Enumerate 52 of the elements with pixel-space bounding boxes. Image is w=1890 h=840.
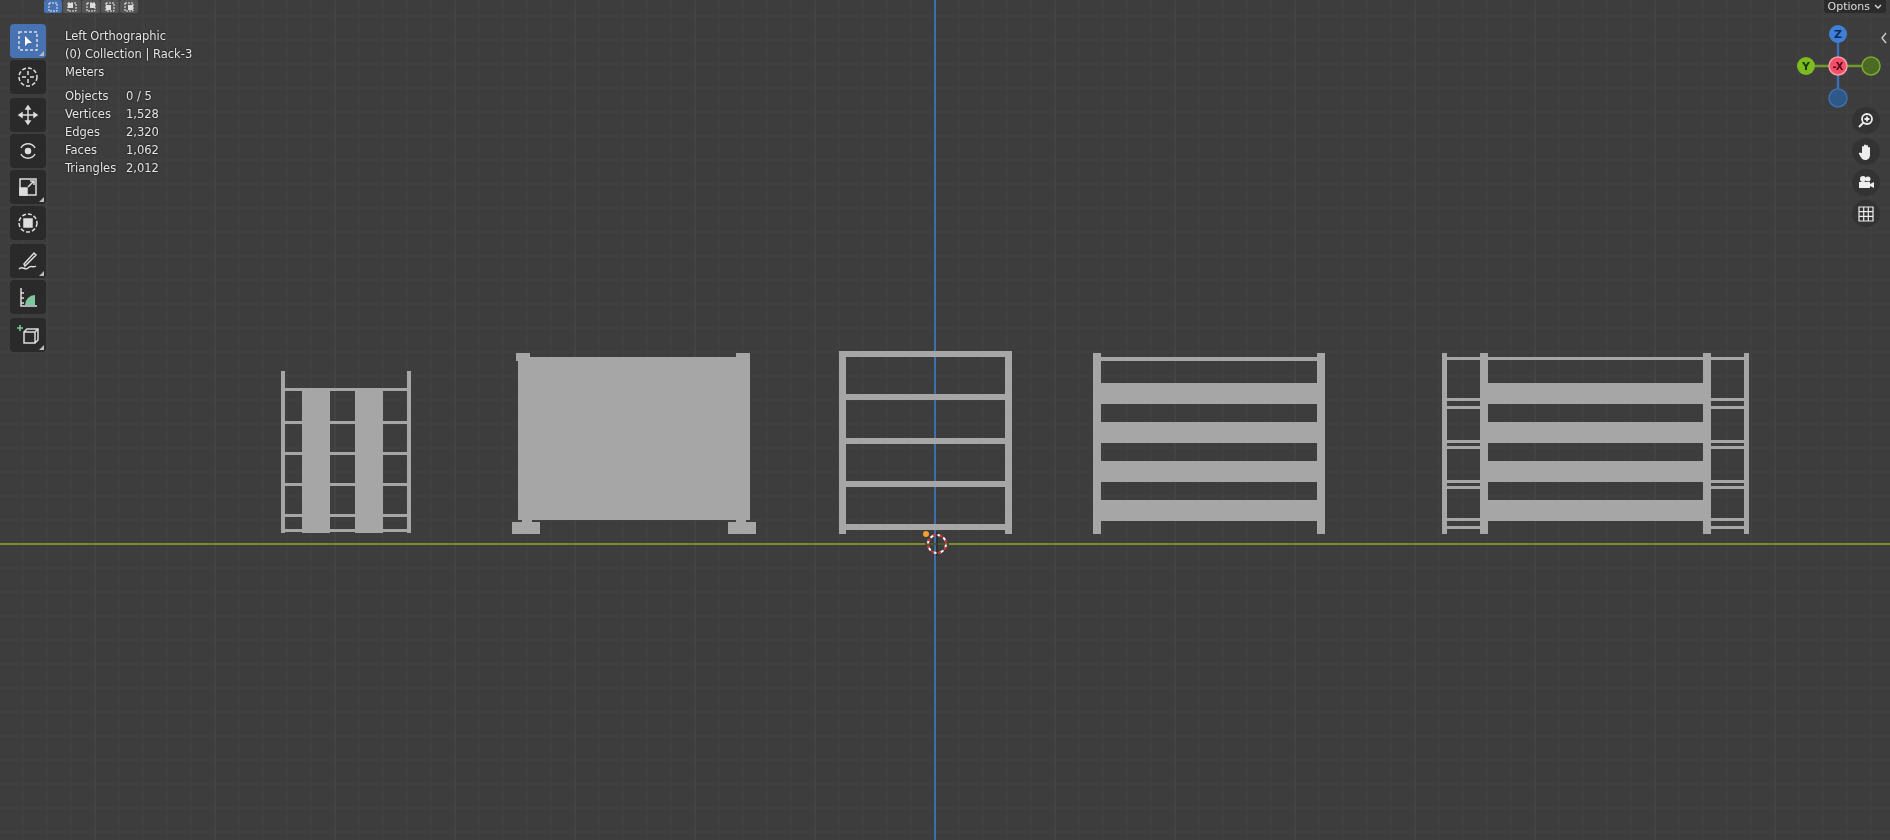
move-tool-button[interactable]: [10, 98, 46, 132]
zoom-button[interactable]: [1852, 107, 1880, 134]
units-label: Meters: [65, 64, 106, 81]
select-mode-button[interactable]: [101, 0, 119, 13]
stat-label: Faces: [65, 142, 98, 159]
pan-button[interactable]: [1852, 138, 1880, 165]
add-cube-tool-button[interactable]: [10, 318, 46, 352]
collection-label: (0) Collection | Rack-3: [65, 46, 193, 63]
select-tool-button[interactable]: [10, 24, 46, 58]
axis-gizmo[interactable]: Z Y -X: [1794, 22, 1884, 112]
stat-label: Edges: [65, 124, 101, 141]
options-button[interactable]: Options: [1823, 0, 1886, 13]
view-name: Left Orthographic: [65, 28, 168, 45]
select-mode-icon: [67, 1, 77, 12]
transform-icon: [16, 211, 40, 235]
transform-tool-button[interactable]: [10, 206, 46, 240]
stat-value: 2,320: [126, 124, 160, 141]
stat-label: Vertices: [65, 106, 112, 123]
move-icon: [16, 103, 40, 127]
3d-cursor-icon: [924, 531, 950, 557]
measure-tool-button[interactable]: [10, 280, 46, 314]
zoom-icon: [1857, 111, 1875, 130]
select-mode-button[interactable]: [82, 0, 100, 13]
stat-value: 2,012: [126, 160, 160, 177]
select-mode-button[interactable]: [63, 0, 81, 13]
cursor-icon: [16, 65, 40, 89]
camera-button[interactable]: [1852, 169, 1880, 196]
stat-label: Triangles: [65, 160, 118, 177]
select-icon: [16, 29, 40, 53]
scale-icon: [16, 175, 40, 199]
rotate-tool-button[interactable]: [10, 134, 46, 168]
submenu-icon: [39, 51, 44, 56]
caret-icon: [1874, 3, 1882, 10]
scale-tool-button[interactable]: [10, 170, 46, 204]
submenu-icon: [39, 197, 44, 202]
cursor-tool-button[interactable]: [10, 60, 46, 94]
select-mode-button[interactable]: [120, 0, 138, 13]
select-mode-icon: [124, 1, 134, 12]
grid-view-button[interactable]: [1852, 200, 1880, 227]
stat-value: 0 / 5: [126, 88, 153, 105]
stat-label: Objects: [65, 88, 110, 105]
annotate-tool-button[interactable]: [10, 244, 46, 278]
submenu-icon: [39, 271, 44, 276]
grid-icon: [1858, 205, 1874, 222]
add-cube-icon: [16, 323, 40, 347]
select-mode-icon: [48, 1, 58, 12]
stat-value: 1,062: [126, 142, 160, 159]
stat-value: 1,528: [126, 106, 160, 123]
select-mode-button[interactable]: [44, 0, 62, 13]
select-mode-icon: [105, 1, 115, 12]
select-mode-icon: [86, 1, 96, 12]
submenu-icon: [39, 345, 44, 350]
